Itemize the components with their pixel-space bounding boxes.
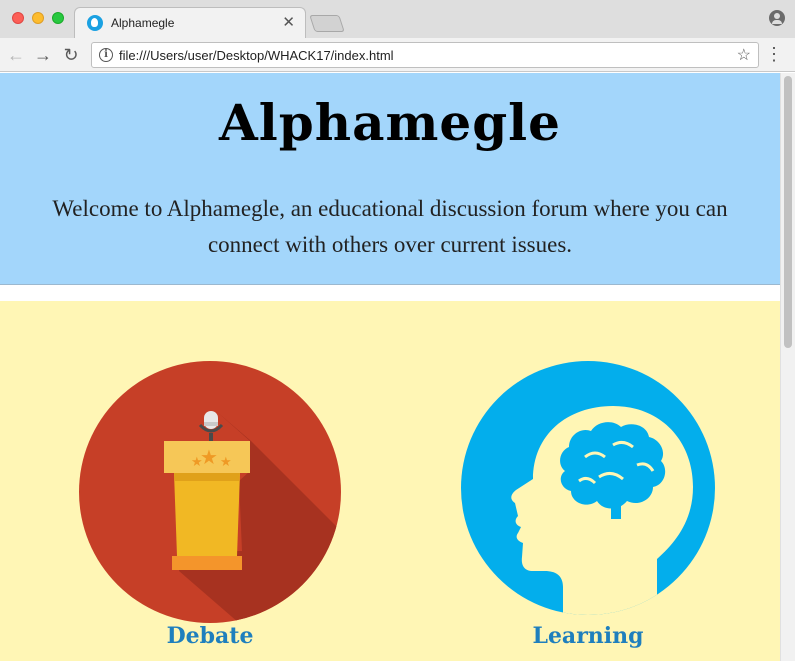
address-bar[interactable]: i file:///Users/user/Desktop/WHACK17/ind… (91, 42, 759, 68)
browser-titlebar: Alphamegle ✕ (0, 0, 795, 38)
page-scrollbar[interactable] (780, 73, 795, 661)
browser-toolbar: ← → ↻ i file:///Users/user/Desktop/WHACK… (0, 38, 795, 72)
browser-menu-icon[interactable]: ⋮ (765, 45, 783, 63)
tab-title: Alphamegle (111, 16, 175, 30)
favicon-icon (87, 15, 103, 31)
tab-close-icon[interactable]: ✕ (282, 13, 295, 31)
site-title: Alphamegle (219, 93, 561, 152)
new-tab-button[interactable] (309, 15, 345, 32)
welcome-text: Welcome to Alphamegle, an educational di… (52, 196, 728, 257)
topic-card-learning[interactable]: Learning (461, 361, 715, 649)
svg-text:★: ★ (200, 445, 218, 469)
topic-label-learning[interactable]: Learning (461, 623, 715, 649)
topic-card-debate[interactable]: ★ ★ ★ Debate (79, 361, 341, 649)
topic-label-debate[interactable]: Debate (79, 623, 341, 649)
url-text[interactable]: file:///Users/user/Desktop/WHACK17/index… (119, 48, 394, 63)
browser-tab[interactable]: Alphamegle ✕ (74, 7, 306, 38)
scrollbar-thumb[interactable] (784, 76, 792, 348)
window-minimize-button[interactable] (32, 12, 44, 24)
window-maximize-button[interactable] (52, 12, 64, 24)
podium-icon[interactable]: ★ ★ ★ (79, 361, 341, 623)
brain-head-icon[interactable] (461, 361, 715, 615)
page-viewport: Alphamegle Welcome to Alphamegle, an edu… (0, 73, 780, 661)
forward-arrow-icon[interactable]: → (32, 44, 54, 66)
svg-text:★: ★ (220, 455, 232, 470)
hero-banner: Alphamegle Welcome to Alphamegle, an edu… (0, 73, 780, 285)
back-arrow-icon[interactable]: ← (5, 44, 27, 66)
profile-icon[interactable] (769, 10, 785, 26)
info-icon[interactable]: i (99, 48, 113, 62)
topics-section: ★ ★ ★ Debate Learning (0, 301, 780, 661)
window-close-button[interactable] (12, 12, 24, 24)
reload-icon[interactable]: ↻ (60, 44, 82, 66)
bookmark-star-icon[interactable]: ☆ (737, 45, 751, 65)
